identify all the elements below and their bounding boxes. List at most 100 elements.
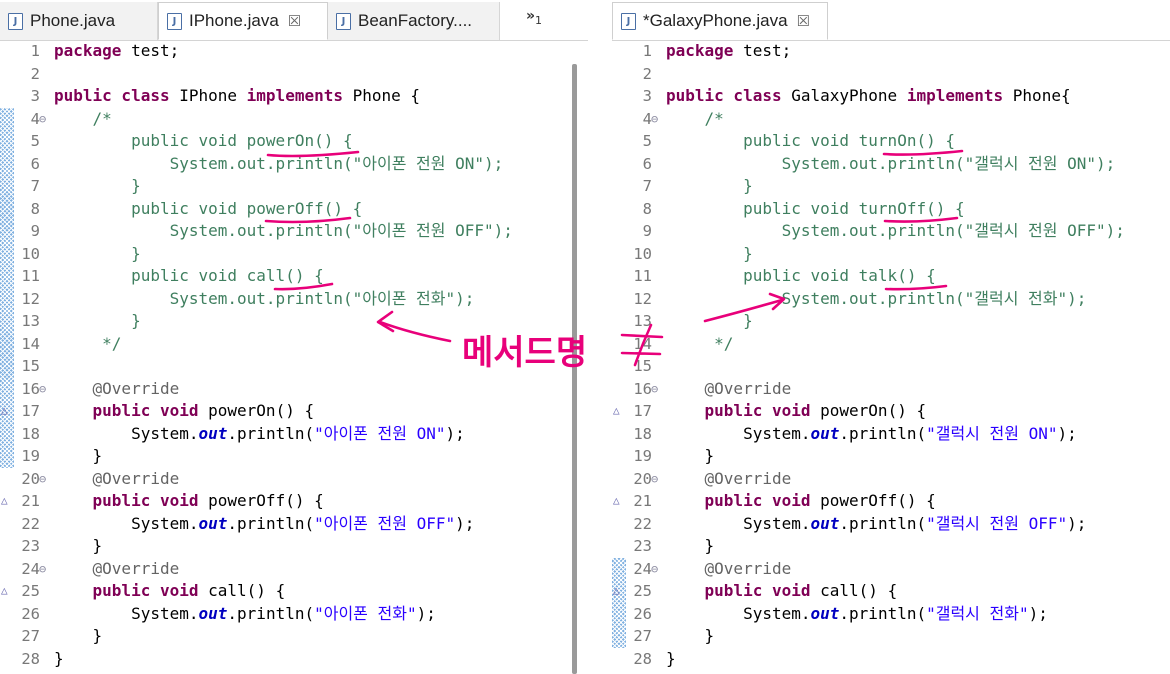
code-area[interactable]: 1 package test; 2 3 public class GalaxyPhone… — [612, 40, 1170, 674]
code-line[interactable]: 23 } — [612, 535, 1170, 558]
code-line[interactable]: 20 ⊖ @Override — [612, 468, 1170, 491]
code-text: public void powerOn() { — [54, 131, 353, 150]
code-line[interactable]: 6 System.out.println("갤럭시 전원 ON"); — [612, 153, 1170, 176]
close-icon[interactable]: ☒ — [797, 12, 810, 30]
code-line[interactable]: 2 — [612, 63, 1170, 86]
line-number: 18 — [21, 424, 40, 443]
line-number: 2 — [642, 64, 652, 83]
code-line[interactable]: 25 △ public void call() { — [612, 580, 1170, 603]
fold-toggle-icon[interactable]: ⊖ — [39, 108, 46, 131]
tab-overflow-button[interactable]: »1 — [526, 8, 542, 27]
code-line[interactable]: 28} — [612, 648, 1170, 671]
code-line[interactable]: 26 System.out.println("아이폰 전화"); — [0, 603, 570, 626]
fold-toggle-icon[interactable]: ⊖ — [651, 468, 658, 491]
code-text: /* — [704, 108, 724, 128]
code-line[interactable]: 2 — [0, 63, 570, 86]
tab-galaxyphone-java[interactable]: J *GalaxyPhone.java ☒ — [612, 2, 828, 40]
vertical-scrollbar[interactable] — [572, 64, 577, 674]
code-line[interactable]: 21 △ public void powerOff() { — [0, 490, 570, 513]
code-line[interactable]: 12 System.out.println("갤럭시 전화"); — [612, 288, 1170, 311]
code-text: public void talk() { — [666, 266, 936, 285]
code-line[interactable]: 5 public void powerOn() { — [0, 130, 570, 153]
code-line[interactable]: 1 package test; — [612, 40, 1170, 63]
code-line[interactable]: 18 System.out.println("갤럭시 전원 ON"); — [612, 423, 1170, 446]
code-line[interactable]: 27 } — [612, 625, 1170, 648]
code-line[interactable]: 17 △ public void powerOn() { — [0, 400, 570, 423]
code-text: public void powerOff() { — [54, 198, 363, 218]
code-line[interactable]: 9 System.out.println("갤럭시 전원 OFF"); — [612, 220, 1170, 243]
code-line[interactable]: 6 System.out.println("아이폰 전원 ON"); — [0, 153, 570, 176]
fold-toggle-icon[interactable]: ⊖ — [651, 558, 658, 581]
code-line[interactable]: 11 public void call() { — [0, 265, 570, 288]
code-text: } — [666, 536, 715, 555]
code-text: } — [54, 311, 141, 330]
code-line[interactable]: 18 System.out.println("아이폰 전원 ON"); — [0, 423, 570, 446]
code-text: } — [666, 648, 676, 668]
code-line[interactable]: 22 System.out.println("아이폰 전원 OFF"); — [0, 513, 570, 536]
fold-toggle-icon[interactable]: ⊖ — [39, 558, 46, 581]
code-text: public void turnOff() { — [666, 198, 965, 218]
code-line[interactable]: 20 ⊖ @Override — [0, 468, 570, 491]
line-number: 23 — [21, 537, 40, 555]
code-line[interactable]: 8 public void turnOff() { — [612, 198, 1170, 221]
line-number: 6 — [642, 154, 652, 173]
tab-beanfactory-java[interactable]: J BeanFactory.... — [328, 2, 500, 40]
code-text: @Override — [704, 558, 792, 578]
code-line[interactable]: 8 public void powerOff() { — [0, 198, 570, 221]
code-line[interactable]: 24 ⊖ @Override — [612, 558, 1170, 581]
code-line[interactable]: 3 public class IPhone implements Phone { — [0, 85, 570, 108]
code-line[interactable]: 12 System.out.println("아이폰 전화"); — [0, 288, 570, 311]
java-file-icon: J — [621, 12, 636, 30]
code-text: System.out.println("아이폰 전원 OFF"); — [54, 513, 475, 533]
fold-toggle-icon[interactable]: ⊖ — [39, 468, 46, 491]
code-line[interactable]: 10 } — [0, 243, 570, 266]
code-text: @Override — [92, 378, 180, 398]
code-line[interactable]: 11 public void talk() { — [612, 265, 1170, 288]
code-text: public void call() { — [92, 581, 286, 600]
code-line[interactable]: 13 } — [612, 310, 1170, 333]
code-line[interactable]: 19 } — [612, 445, 1170, 468]
line-number: 8 — [30, 199, 40, 218]
code-line[interactable]: 7 } — [612, 175, 1170, 198]
code-line[interactable]: 10 } — [612, 243, 1170, 266]
line-number: 19 — [633, 447, 652, 465]
code-line[interactable]: 16 ⊖ @Override — [612, 378, 1170, 401]
tab-phone-java[interactable]: J Phone.java — [0, 2, 158, 40]
code-line[interactable]: 19 } — [0, 445, 570, 468]
code-line[interactable]: 21 △ public void powerOff() { — [612, 490, 1170, 513]
close-icon[interactable]: ☒ — [288, 12, 301, 30]
code-line[interactable]: 27 } — [0, 625, 570, 648]
line-number: 9 — [642, 222, 652, 240]
code-line[interactable]: 25 △ public void call() { — [0, 580, 570, 603]
line-number: 22 — [21, 514, 40, 533]
code-line[interactable]: 14 */ — [0, 333, 570, 356]
code-line[interactable]: 22 System.out.println("갤럭시 전원 OFF"); — [612, 513, 1170, 536]
code-line[interactable]: 26 System.out.println("갤럭시 전화"); — [612, 603, 1170, 626]
line-number: 16 — [21, 379, 40, 398]
code-line[interactable]: 13 } — [0, 310, 570, 333]
code-line[interactable]: 14 */ — [612, 333, 1170, 356]
code-line[interactable]: 15 — [612, 355, 1170, 378]
code-line[interactable]: 17 △ public void powerOn() { — [612, 400, 1170, 423]
code-line[interactable]: 4 ⊖ /* — [0, 108, 570, 131]
line-number: 8 — [642, 199, 652, 218]
code-line[interactable]: 24 ⊖ @Override — [0, 558, 570, 581]
fold-toggle-icon[interactable]: ⊖ — [651, 108, 658, 131]
code-line[interactable]: 1 package test; — [0, 40, 570, 63]
code-line[interactable]: 7 } — [0, 175, 570, 198]
code-area[interactable]: 1 package test; 2 3 public class IPhone impl… — [0, 40, 570, 674]
tab-iphone-java[interactable]: J IPhone.java ☒ — [158, 2, 328, 40]
code-text: System.out.println("아이폰 전화"); — [54, 603, 436, 623]
code-line[interactable]: 15 — [0, 355, 570, 378]
fold-toggle-icon[interactable]: ⊖ — [39, 378, 46, 401]
code-line[interactable]: 5 public void turnOn() { — [612, 130, 1170, 153]
code-line[interactable]: 9 System.out.println("아이폰 전원 OFF"); — [0, 220, 570, 243]
fold-toggle-icon[interactable]: ⊖ — [651, 378, 658, 401]
code-line[interactable]: 16 ⊖ @Override — [0, 378, 570, 401]
code-line[interactable]: 3 public class GalaxyPhone implements Pho… — [612, 85, 1170, 108]
code-line[interactable]: 23 } — [0, 535, 570, 558]
code-line[interactable]: 4 ⊖ /* — [612, 108, 1170, 131]
line-number: 16 — [633, 379, 652, 398]
code-line[interactable]: 28} — [0, 648, 570, 671]
line-number: 11 — [21, 267, 40, 285]
